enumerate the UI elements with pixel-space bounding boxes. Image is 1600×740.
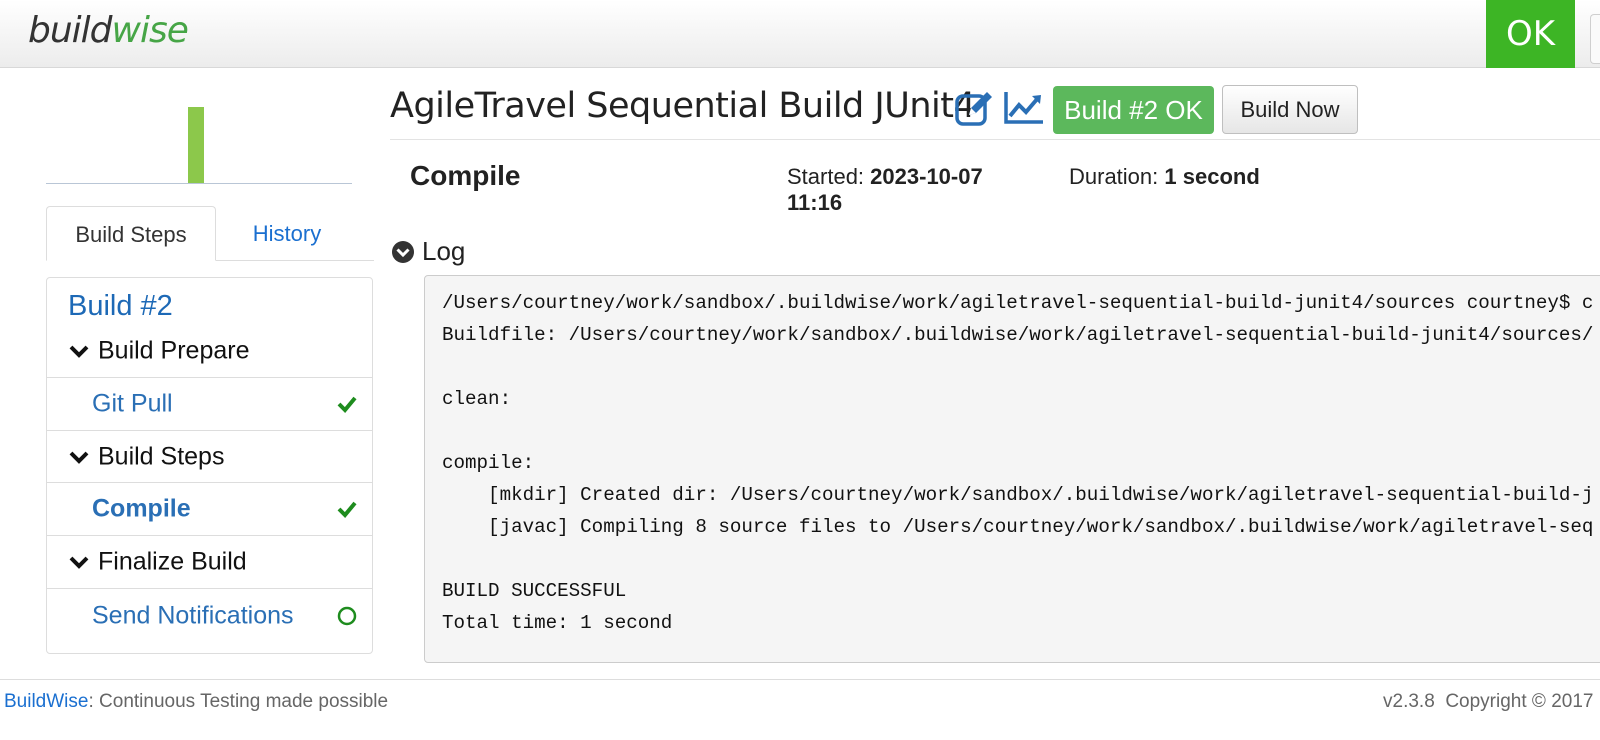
footer-version: v2.3.8 <box>1383 691 1435 712</box>
step-item-compile[interactable]: Compile <box>47 483 372 536</box>
step-group-label: Build Steps <box>98 442 225 470</box>
check-icon <box>337 396 357 413</box>
chevron-circle-down-icon[interactable] <box>391 240 415 264</box>
step-label: Compile <box>92 494 191 523</box>
log-line: compile: <box>442 452 535 474</box>
buildwise-logo[interactable]: buildwise <box>28 10 189 51</box>
footer-meta: v2.3.8 Copyright © 2017 <box>1383 691 1593 713</box>
build-now-button[interactable]: Build Now <box>1222 85 1358 134</box>
duration-value: 1 second <box>1164 164 1260 189</box>
sidebar-tabs: Build Steps History <box>46 206 374 261</box>
build-steps-panel: Build #2 Build Prepare Git Pull Build St… <box>46 277 373 654</box>
footer-tagline: BuildWise: Continuous Testing made possi… <box>4 691 388 713</box>
footer-divider <box>0 679 1600 680</box>
build-history-mini-chart <box>46 96 352 184</box>
log-section-label[interactable]: Log <box>422 236 465 267</box>
log-line: BUILD SUCCESSFUL <box>442 580 627 602</box>
step-group-label: Build Prepare <box>98 336 250 364</box>
started-label: Started: <box>787 164 865 189</box>
log-line: [mkdir] Created dir: /Users/courtney/wor… <box>442 484 1594 506</box>
step-group-build-prepare[interactable]: Build Prepare <box>47 324 372 378</box>
step-group-build-steps[interactable]: Build Steps <box>47 431 372 483</box>
footer-copyright: Copyright © 2017 <box>1445 691 1594 712</box>
logo-text-build: build <box>28 10 113 51</box>
line-chart-icon[interactable] <box>1003 88 1045 128</box>
chevron-down-icon <box>69 451 89 464</box>
log-line: /Users/courtney/work/sandbox/.buildwise/… <box>442 292 1594 314</box>
log-line: clean: <box>442 388 512 410</box>
tab-build-steps[interactable]: Build Steps <box>46 206 216 261</box>
footer-tagline-text: : Continuous Testing made possible <box>88 691 389 712</box>
step-item-git-pull[interactable]: Git Pull <box>47 378 372 431</box>
page-title: AgileTravel Sequential Build JUnit4 <box>390 86 976 126</box>
check-icon <box>337 501 357 518</box>
step-name: Compile <box>410 160 521 191</box>
duration-info: Duration: 1 second <box>1069 164 1260 190</box>
mini-chart-baseline <box>46 183 352 184</box>
overall-status-badge: OK <box>1486 0 1575 68</box>
header-edge-control <box>1590 14 1600 64</box>
step-label: Git Pull <box>92 389 173 418</box>
footer-brand-link[interactable]: BuildWise <box>4 691 88 712</box>
chevron-down-icon <box>69 345 89 358</box>
step-group-label: Finalize Build <box>98 547 247 576</box>
step-item-send-notifications[interactable]: Send Notifications <box>47 589 372 643</box>
step-group-finalize-build[interactable]: Finalize Build <box>47 536 372 589</box>
logo-text-wise: wise <box>111 10 189 51</box>
log-line: [javac] Compiling 8 source files to /Use… <box>442 516 1594 538</box>
build-log-output[interactable]: /Users/courtney/work/sandbox/.buildwise/… <box>424 275 1600 663</box>
circle-icon <box>337 606 357 626</box>
title-divider <box>390 139 1600 140</box>
build-status-badge[interactable]: Build #2 OK <box>1053 86 1214 134</box>
history-bar[interactable] <box>188 107 204 183</box>
started-info: Started: 2023-10-07 11:16 <box>787 164 1027 216</box>
duration-label: Duration: <box>1069 164 1159 189</box>
build-number-link[interactable]: Build #2 <box>68 290 173 323</box>
step-label: Send Notifications <box>92 601 294 630</box>
chevron-down-icon <box>69 556 89 569</box>
log-line: Buildfile: /Users/courtney/work/sandbox/… <box>442 324 1594 346</box>
edit-icon[interactable] <box>954 88 996 128</box>
tab-history[interactable]: History <box>216 206 358 261</box>
log-line: Total time: 1 second <box>442 612 673 634</box>
top-navbar: buildwise OK <box>0 0 1600 68</box>
